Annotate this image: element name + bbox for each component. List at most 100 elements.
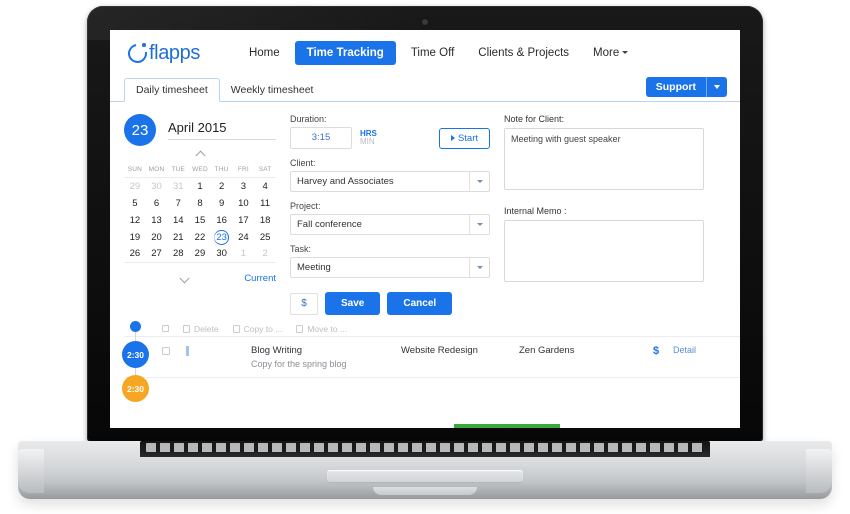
calendar-day-cell[interactable]: 15	[189, 212, 211, 229]
calendar-day-cell[interactable]: 27	[146, 246, 168, 263]
calendar-weekday-sun: SUN	[127, 166, 143, 173]
row-detail-link[interactable]: Detail	[673, 345, 696, 355]
select-all-checkbox[interactable]	[162, 325, 169, 332]
calendar-day-cell[interactable]: 17	[233, 212, 255, 229]
internal-memo-textarea[interactable]	[504, 220, 704, 282]
task-field-group: Task: Meeting	[290, 244, 490, 278]
nav-item-more[interactable]: More	[584, 41, 637, 65]
calendar-day-cell[interactable]: 22	[189, 229, 211, 246]
base-front-notch	[373, 487, 477, 495]
chevron-up-icon	[195, 150, 205, 161]
calendar-selected-day[interactable]: 23	[214, 230, 229, 245]
calendar-day-cell[interactable]: 25	[254, 229, 276, 246]
bulk-copy-label: Copy to ...	[243, 323, 283, 334]
bulk-delete-label: Delete	[194, 323, 219, 334]
calendar-week-row: 26 27 28 29 30 1 2	[124, 246, 276, 263]
calendar-day-cell[interactable]: 1	[233, 246, 255, 263]
client-note-textarea[interactable]	[504, 128, 704, 190]
top-navigation-bar: flapps Home Time Tracking Time Off Clien…	[110, 30, 740, 76]
support-button-label: Support	[655, 81, 696, 93]
base-edge-right	[806, 449, 832, 493]
table-row[interactable]: Blog Writing Copy for the spring blog We…	[124, 337, 740, 378]
nav-item-time-tracking[interactable]: Time Tracking	[294, 41, 396, 65]
start-timer-button[interactable]: Start	[438, 127, 490, 149]
calendar-day-cell[interactable]: 19	[124, 229, 146, 246]
calendar-day-cell[interactable]: 13	[146, 212, 168, 229]
calendar-weekday-wed: WED	[192, 166, 208, 173]
calendar-next-month-button[interactable]	[124, 269, 244, 287]
client-select[interactable]: Harvey and Associates	[290, 171, 490, 192]
billable-toggle-button[interactable]: $	[290, 292, 318, 315]
tab-weekly-timesheet[interactable]: Weekly timesheet	[220, 79, 325, 101]
project-field-group: Project: Fall conference	[290, 201, 490, 235]
row-type-icon	[186, 346, 189, 356]
client-label: Client:	[290, 158, 316, 168]
calendar-day-cell[interactable]: 31	[167, 178, 189, 195]
calendar-day-cell[interactable]: 30	[146, 178, 168, 195]
tab-daily-timesheet[interactable]: Daily timesheet	[124, 78, 220, 102]
timeline-node-amber[interactable]: 2:30	[122, 375, 149, 402]
calendar-day-cell[interactable]: 14	[167, 212, 189, 229]
calendar-day-cell[interactable]: 2	[254, 246, 276, 263]
bulk-delete-button[interactable]: Delete	[183, 324, 219, 334]
save-button[interactable]: Save	[325, 292, 381, 315]
calendar-day-cell[interactable]: 20	[146, 229, 168, 246]
bulk-action-bar: Delete Copy to ... Move to ...	[124, 321, 740, 337]
calendar-day-cell[interactable]: 7	[167, 195, 189, 212]
caret-down-icon	[469, 258, 489, 277]
calendar-day-cell[interactable]: 6	[146, 195, 168, 212]
nav-item-time-off[interactable]: Time Off	[402, 41, 463, 65]
calendar-prev-month-button[interactable]	[124, 148, 276, 164]
calendar-day-cell[interactable]: 10	[233, 195, 255, 212]
caret-down-icon[interactable]	[706, 77, 727, 97]
bulk-move-label: Move to ...	[307, 323, 348, 334]
calendar-day-cell[interactable]: 9	[211, 195, 233, 212]
duration-input[interactable]: 3:15	[290, 127, 352, 149]
bulk-move-button[interactable]: Move to ...	[296, 324, 347, 334]
task-select[interactable]: Meeting	[290, 257, 490, 278]
trackpad	[327, 470, 523, 482]
calendar-grid: SUN MON TUE WED THU FRI SAT 29 30 31 1 2 3 4 5 6…	[124, 166, 276, 263]
calendar-day-cell[interactable]: 5	[124, 195, 146, 212]
calendar-day-cell[interactable]: 11	[254, 195, 276, 212]
trash-icon	[183, 324, 190, 333]
calendar-day-cell[interactable]: 3	[233, 178, 255, 195]
calendar-day-cell[interactable]: 24	[233, 229, 255, 246]
row-checkbox[interactable]	[162, 347, 170, 355]
bulk-copy-button[interactable]: Copy to ...	[232, 323, 283, 334]
calendar-current-link[interactable]: Current	[244, 273, 276, 284]
calendar-day-cell[interactable]: 28	[167, 246, 189, 263]
calendar-weekday-mon: MON	[148, 166, 165, 173]
project-select[interactable]: Fall conference	[290, 214, 490, 235]
duration-unit-min[interactable]: MIN	[360, 137, 377, 146]
calendar-day-cell[interactable]: 30	[211, 246, 233, 263]
calendar-day-cell[interactable]: 2	[211, 178, 233, 195]
calendar-day-cell[interactable]: 29	[124, 178, 146, 195]
row-task-title: Blog Writing	[251, 345, 303, 356]
calendar-day-cell[interactable]: 4	[254, 178, 276, 195]
calendar-header: 23 April 2015	[124, 114, 276, 146]
timeline-node-blue[interactable]: 2:30	[122, 341, 149, 368]
calendar-day-cell[interactable]: 1	[189, 178, 211, 195]
calendar-day-cell[interactable]: 12	[124, 212, 146, 229]
nav-item-clients-projects[interactable]: Clients & Projects	[469, 41, 578, 65]
calendar-day-cell[interactable]: 16	[211, 212, 233, 229]
calendar-day-cell[interactable]: 26	[124, 246, 146, 263]
calendar-day-cell[interactable]: 23	[211, 229, 233, 246]
brand-logo[interactable]: flapps	[124, 39, 200, 67]
calendar-day-cell[interactable]: 18	[254, 212, 276, 229]
nav-item-home[interactable]: Home	[240, 41, 289, 65]
support-button[interactable]: Support	[645, 77, 727, 97]
calendar-day-cell[interactable]: 29	[189, 246, 211, 263]
row-billable-icon[interactable]: $	[639, 345, 673, 357]
chevron-down-icon	[179, 273, 190, 284]
task-select-value: Meeting	[297, 262, 331, 273]
base-edge-left	[18, 449, 44, 493]
cancel-button[interactable]: Cancel	[387, 292, 453, 315]
calendar-day-cell[interactable]: 21	[167, 229, 189, 246]
task-label: Task:	[290, 244, 312, 254]
laptop-mockup: flapps Home Time Tracking Time Off Clien…	[0, 0, 850, 514]
calendar-day-cell[interactable]: 8	[189, 195, 211, 212]
calendar-panel: 23 April 2015 SUN MON TUE WED THU FRI SA…	[124, 114, 276, 315]
row-task-description: Copy for the spring blog	[251, 359, 347, 369]
